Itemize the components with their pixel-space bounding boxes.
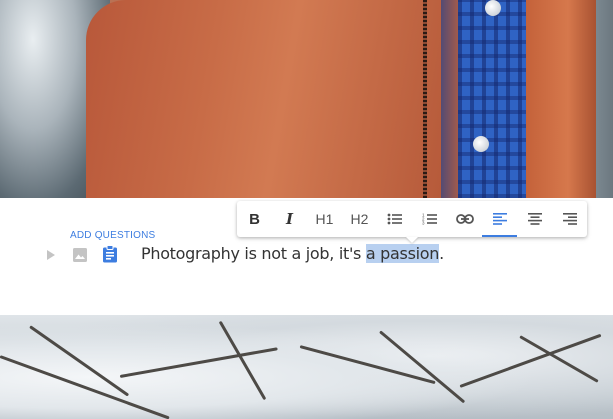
footer-photo [0, 315, 613, 419]
heading1-button[interactable]: H1 [307, 201, 342, 237]
heading2-button[interactable]: H2 [342, 201, 377, 237]
bold-button[interactable]: B [237, 201, 272, 237]
toolbar-pointer [406, 237, 418, 243]
align-right-button[interactable] [552, 201, 587, 237]
link-icon [455, 214, 474, 224]
bullet-list-icon [387, 213, 402, 225]
play-icon[interactable] [45, 248, 57, 262]
align-left-button[interactable] [482, 201, 517, 237]
paragraph-text-before: Photography is not a job, it's [141, 244, 366, 263]
align-right-icon [562, 213, 577, 225]
header-photo [0, 0, 613, 198]
clipboard-icon[interactable] [102, 245, 118, 263]
paragraph-text-after: . [439, 244, 444, 263]
align-left-icon [492, 213, 507, 225]
bullet-list-button[interactable] [377, 201, 412, 237]
add-questions-link[interactable]: ADD QUESTIONS [70, 230, 155, 241]
align-center-icon [527, 213, 542, 225]
svg-text:3: 3 [422, 221, 425, 226]
link-button[interactable] [447, 201, 482, 237]
numbered-list-icon: 1 2 3 [422, 213, 437, 226]
align-center-button[interactable] [517, 201, 552, 237]
selected-text[interactable]: a passion [365, 244, 439, 263]
italic-button[interactable]: I [272, 201, 307, 237]
image-icon[interactable] [72, 247, 88, 263]
paragraph-text[interactable]: Photography is not a job, it's a passion… [141, 244, 444, 263]
formatting-toolbar: B I H1 H2 1 2 3 [237, 201, 587, 237]
numbered-list-button[interactable]: 1 2 3 [412, 201, 447, 237]
